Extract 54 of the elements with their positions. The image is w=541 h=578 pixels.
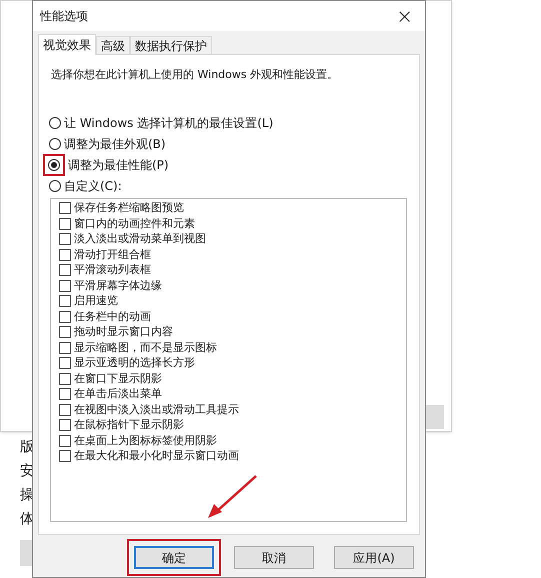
background-label: 体 bbox=[20, 510, 34, 528]
description-text: 选择你想在此计算机上使用的 Windows 外观和性能设置。 bbox=[50, 67, 340, 83]
checkbox[interactable] bbox=[59, 248, 71, 261]
checkbox[interactable] bbox=[59, 295, 71, 308]
checkbox[interactable] bbox=[59, 450, 71, 462]
checkbox-label: 保存任务栏缩略图预览 bbox=[74, 201, 184, 216]
checkbox-label: 在视图中淡入淡出或滑动工具提示 bbox=[74, 402, 239, 417]
checkbox-label: 任务栏中的动画 bbox=[74, 310, 151, 324]
checkbox[interactable] bbox=[59, 404, 71, 416]
dialog-button[interactable]: 确定 bbox=[134, 546, 214, 569]
checkbox[interactable] bbox=[59, 419, 71, 432]
radio-button[interactable] bbox=[48, 158, 60, 170]
tab[interactable]: 视觉效果 bbox=[38, 34, 96, 55]
checkbox-label: 淡入淡出或滑动菜单到视图 bbox=[74, 232, 206, 246]
checkbox[interactable] bbox=[59, 310, 71, 323]
checkbox[interactable] bbox=[59, 202, 71, 214]
checkbox-label: 在单击后淡出菜单 bbox=[74, 387, 162, 402]
close-button[interactable]: × bbox=[396, 6, 413, 26]
checkbox-label: 在桌面上为图标标签使用阴影 bbox=[74, 434, 217, 448]
checkbox[interactable] bbox=[59, 280, 71, 292]
checkbox-label: 在窗口下显示阴影 bbox=[74, 372, 162, 386]
radio-label: 让 Windows 选择计算机的最佳设置(L) bbox=[64, 114, 274, 132]
checkbox-label: 启用速览 bbox=[74, 294, 118, 308]
arrow-icon bbox=[206, 474, 258, 520]
checkbox[interactable] bbox=[59, 434, 71, 447]
radio-label: 自定义(C): bbox=[64, 178, 122, 194]
checkbox[interactable] bbox=[59, 342, 71, 354]
checkbox[interactable] bbox=[59, 388, 71, 400]
checkbox[interactable] bbox=[59, 372, 71, 385]
background-label: 版 bbox=[20, 438, 34, 456]
checkbox-label: 显示亚透明的选择长方形 bbox=[74, 356, 195, 370]
checkbox-label: 显示缩略图，而不是显示图标 bbox=[74, 340, 217, 355]
checkbox-label: 窗口内的动画控件和元素 bbox=[74, 216, 195, 231]
checkbox-label: 平滑屏幕字体边缘 bbox=[74, 278, 162, 293]
tab[interactable]: 高级 bbox=[96, 36, 130, 54]
checkbox[interactable] bbox=[59, 357, 71, 370]
checkbox-label: 在鼠标指针下显示阴影 bbox=[74, 418, 184, 432]
dialog-button[interactable]: 应用(A) bbox=[334, 546, 414, 569]
checkbox-label: 在最大化和最小化时显示窗口动画 bbox=[74, 449, 239, 464]
radio-button[interactable] bbox=[49, 138, 61, 150]
radio-button[interactable] bbox=[49, 116, 61, 128]
radio-label: 调整为最佳外观(B) bbox=[64, 136, 166, 152]
checkbox-label: 拖动时显示窗口内容 bbox=[74, 325, 173, 340]
checkbox[interactable] bbox=[59, 233, 71, 246]
radio-label: 调整为最佳性能(P) bbox=[68, 156, 169, 174]
checkbox-label: 平滑滚动列表框 bbox=[74, 263, 151, 278]
checkbox[interactable] bbox=[59, 218, 71, 230]
checkbox-label: 滑动打开组合框 bbox=[74, 248, 151, 262]
dialog-button[interactable]: 取消 bbox=[234, 546, 314, 569]
checkbox[interactable] bbox=[59, 326, 71, 338]
checkbox[interactable] bbox=[59, 264, 71, 276]
radio-button[interactable] bbox=[49, 180, 61, 192]
tab[interactable]: 数据执行保护 bbox=[130, 36, 212, 54]
window-title: 性能选项 bbox=[40, 8, 88, 25]
